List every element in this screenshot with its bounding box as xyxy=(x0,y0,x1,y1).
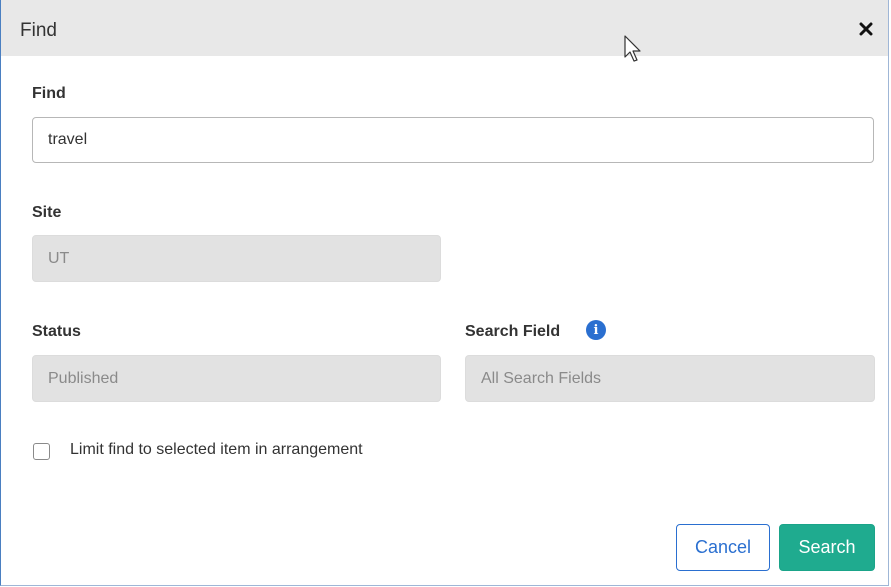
search-field-value: All Search Fields xyxy=(481,369,602,387)
find-label: Find xyxy=(32,85,66,102)
site-label: Site xyxy=(32,204,62,221)
limit-find-checkbox[interactable] xyxy=(33,443,50,460)
status-label: Status xyxy=(32,323,81,340)
cancel-button[interactable]: Cancel xyxy=(676,524,770,571)
mouse-cursor-icon xyxy=(624,35,641,62)
site-field-value: UT xyxy=(48,249,70,267)
close-button[interactable] xyxy=(854,17,878,41)
dialog-title: Find xyxy=(20,20,57,41)
find-input-value: travel xyxy=(48,131,88,148)
search-field-select: All Search Fields xyxy=(465,355,875,402)
status-field: Published xyxy=(32,355,441,402)
close-icon xyxy=(859,22,873,36)
search-field-label: Search Field xyxy=(465,323,561,340)
info-icon[interactable]: i xyxy=(586,320,606,340)
find-dialog: Find Find travel Site UT Status Publishe… xyxy=(0,0,889,586)
dialog-titlebar: Find xyxy=(1,0,888,56)
limit-find-label[interactable]: Limit find to selected item in arrangeme… xyxy=(70,441,363,459)
site-field: UT xyxy=(32,235,441,282)
search-button[interactable]: Search xyxy=(779,524,875,571)
status-field-value: Published xyxy=(48,369,119,387)
find-input[interactable]: travel xyxy=(32,117,874,163)
